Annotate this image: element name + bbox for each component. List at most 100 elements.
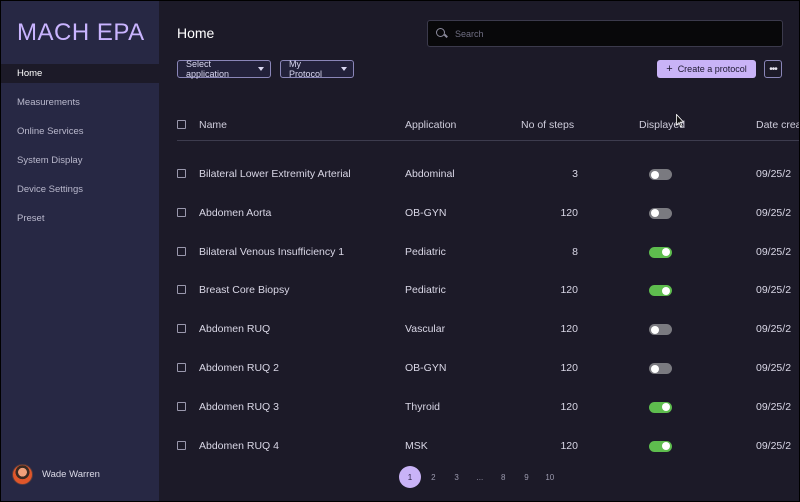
avatar[interactable] xyxy=(12,464,33,485)
page-button-10[interactable]: 10 xyxy=(539,466,561,488)
displayed-toggle[interactable] xyxy=(649,401,672,413)
sidebar-item-home[interactable]: Home xyxy=(1,64,159,83)
row-name: Abdomen RUQ 4 xyxy=(199,439,279,452)
column-header-application[interactable]: Application xyxy=(405,119,456,131)
row-steps: 120 xyxy=(560,362,578,374)
page-button-1[interactable]: 1 xyxy=(399,466,421,488)
row-checkbox[interactable] xyxy=(177,285,186,295)
row-application: OB-GYN xyxy=(405,362,447,374)
row-checkbox[interactable] xyxy=(177,246,186,256)
table-row[interactable]: Abdomen RUQ 3 Thyroid 120 09/25/2 xyxy=(177,388,799,427)
row-name: Abdomen RUQ 3 xyxy=(199,400,279,413)
column-header-date-created[interactable]: Date crea xyxy=(756,119,799,131)
search-icon xyxy=(436,27,448,40)
sidebar-nav: Home Measurements Online Services System… xyxy=(1,64,159,238)
row-date: 09/25/2 xyxy=(756,168,792,180)
table-header: Name Application No of steps Displayed D… xyxy=(177,115,799,141)
row-date: 09/25/2 xyxy=(756,323,792,336)
toggle-knob xyxy=(662,442,670,451)
row-application: Pediatric xyxy=(405,245,446,258)
sidebar: MACH EPA Home Measurements Online Servic… xyxy=(1,1,159,501)
toggle-knob xyxy=(651,325,659,334)
sidebar-item-device-settings[interactable]: Device Settings xyxy=(1,180,159,199)
displayed-toggle[interactable] xyxy=(649,324,672,336)
sidebar-item-online-services[interactable]: Online Services xyxy=(1,122,159,141)
row-application: MSK xyxy=(405,439,428,452)
row-name: Abdomen Aorta xyxy=(199,206,272,219)
my-protocol-label: My Protocol xyxy=(289,59,323,79)
my-protocol-dropdown[interactable]: My Protocol xyxy=(280,59,354,79)
row-name: Abdomen RUQ xyxy=(199,323,271,336)
row-checkbox[interactable] xyxy=(177,401,186,411)
toggle-knob xyxy=(651,170,659,179)
page-ellipsis: ... xyxy=(476,472,484,482)
displayed-toggle[interactable] xyxy=(649,440,672,452)
page-button-2[interactable]: 2 xyxy=(422,466,444,488)
row-date: 09/25/2 xyxy=(756,439,792,452)
sidebar-item-measurements[interactable]: Measurements xyxy=(1,93,159,112)
toggle-knob xyxy=(651,364,659,373)
user-profile[interactable]: Wade Warren xyxy=(12,464,100,485)
table-row[interactable]: Breast Core Biopsy Pediatric 120 09/25/2 xyxy=(177,271,799,310)
table-row[interactable]: Abdomen Aorta OB-GYN 120 09/25/2 xyxy=(177,194,799,233)
row-checkbox[interactable] xyxy=(177,440,186,450)
column-header-displayed[interactable]: Displayed xyxy=(639,119,685,131)
page-button-3[interactable]: 3 xyxy=(446,466,468,488)
table-row[interactable]: Abdomen RUQ 4 MSK 120 09/25/2 xyxy=(177,427,799,466)
displayed-toggle[interactable] xyxy=(649,285,672,297)
displayed-toggle[interactable] xyxy=(649,207,672,219)
create-protocol-button[interactable]: + Create a protocol xyxy=(657,60,756,78)
row-name: Bilateral Venous Insufficiency 1 xyxy=(199,245,345,258)
select-application-dropdown[interactable]: Select application xyxy=(177,59,271,79)
row-date: 09/25/2 xyxy=(756,400,792,413)
table-row[interactable]: Abdomen RUQ Vascular 120 09/25/2 xyxy=(177,310,799,349)
select-application-label: Select application xyxy=(186,59,230,79)
row-checkbox[interactable] xyxy=(177,169,186,178)
toggle-knob xyxy=(662,286,670,295)
select-all-checkbox[interactable] xyxy=(177,120,186,129)
row-steps: 120 xyxy=(560,400,578,413)
displayed-toggle[interactable] xyxy=(649,246,672,258)
more-options-button[interactable]: ••• xyxy=(764,60,782,78)
table-row[interactable]: Bilateral Lower Extremity Arterial Abdomi… xyxy=(177,155,799,194)
create-protocol-label: Create a protocol xyxy=(677,64,747,74)
column-header-steps[interactable]: No of steps xyxy=(521,119,574,131)
sidebar-item-system-display[interactable]: System Display xyxy=(1,151,159,170)
row-date: 09/25/2 xyxy=(756,284,792,297)
more-options-icon: ••• xyxy=(769,63,777,75)
page-title: Home xyxy=(177,25,215,41)
row-application: Vascular xyxy=(405,323,446,336)
row-checkbox[interactable] xyxy=(177,207,186,217)
row-steps: 120 xyxy=(560,323,578,336)
row-checkbox[interactable] xyxy=(177,324,186,334)
main-content: Home Select application My Protocol + Cr… xyxy=(159,1,799,501)
row-date: 09/25/2 xyxy=(756,362,792,374)
page-button-8[interactable]: 8 xyxy=(492,466,514,488)
user-name: Wade Warren xyxy=(42,469,100,480)
table-row[interactable]: Abdomen RUQ 2 OB-GYN 120 09/25/2 xyxy=(177,349,799,388)
page-button-9[interactable]: 9 xyxy=(515,466,537,488)
row-application: Thyroid xyxy=(405,400,441,413)
table-row[interactable]: Bilateral Venous Insufficiency 1 Pediatri… xyxy=(177,233,799,272)
row-date: 09/25/2 xyxy=(756,206,792,219)
row-name: Bilateral Lower Extremity Arterial xyxy=(199,168,351,180)
row-steps: 120 xyxy=(560,206,578,219)
displayed-toggle[interactable] xyxy=(649,169,672,180)
toggle-knob xyxy=(662,403,670,412)
row-name: Breast Core Biopsy xyxy=(199,284,290,297)
sidebar-item-preset[interactable]: Preset xyxy=(1,209,159,228)
row-application: OB-GYN xyxy=(405,206,447,219)
row-name: Abdomen RUQ 2 xyxy=(199,362,279,374)
row-steps: 120 xyxy=(560,439,578,452)
column-header-name[interactable]: Name xyxy=(199,119,227,131)
app-logo: MACH EPA xyxy=(17,19,145,46)
search-input[interactable] xyxy=(455,28,755,39)
row-checkbox[interactable] xyxy=(177,363,186,372)
displayed-toggle[interactable] xyxy=(649,363,672,374)
search-bar[interactable] xyxy=(427,20,783,47)
row-steps: 120 xyxy=(560,284,578,297)
app-window: MACH EPA Home Measurements Online Servic… xyxy=(0,0,800,502)
caret-down-icon xyxy=(341,67,347,71)
row-application: Pediatric xyxy=(405,284,446,297)
row-steps: 3 xyxy=(572,168,578,180)
